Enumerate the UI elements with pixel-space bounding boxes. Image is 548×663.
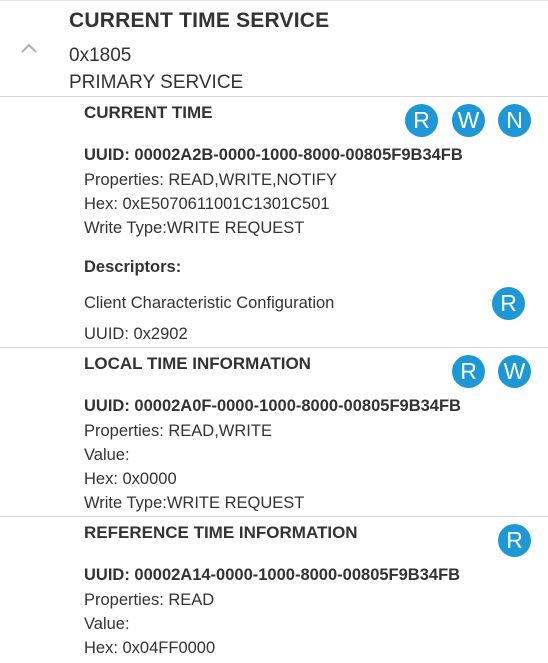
chevron-up-icon[interactable] <box>19 41 39 55</box>
read-button[interactable]: R <box>498 524 531 557</box>
service-name: CURRENT TIME SERVICE <box>69 9 330 32</box>
characteristic-write-type: Write Type:WRITE REQUEST <box>84 494 305 512</box>
descriptor-name: Client Characteristic Configuration <box>84 294 335 312</box>
descriptor-uuid: UUID: 0x2902 <box>84 325 188 343</box>
characteristic-name: LOCAL TIME INFORMATION <box>84 354 311 373</box>
notify-button[interactable]: N <box>498 104 531 137</box>
characteristic-properties: Properties: READ <box>84 591 215 609</box>
characteristic-hex: Hex: 0x0000 <box>84 470 177 488</box>
service-uuid: 0x1805 <box>69 45 132 66</box>
characteristic-write-type: Write Type:WRITE REQUEST <box>84 219 305 237</box>
characteristic-local-time-information: LOCAL TIME INFORMATION R W UUID: 00002A0… <box>0 348 548 517</box>
characteristic-uuid: UUID: 00002A0F-0000-1000-8000-00805F9B34… <box>84 397 461 415</box>
characteristic-hex: Hex: 0x04FF0000 <box>84 639 216 657</box>
characteristic-properties: Properties: READ,WRITE,NOTIFY <box>84 171 338 189</box>
service-type: PRIMARY SERVICE <box>69 72 244 93</box>
characteristic-name: REFERENCE TIME INFORMATION <box>84 523 358 542</box>
write-button[interactable]: W <box>452 104 485 137</box>
service-header[interactable]: CURRENT TIME SERVICE 0x1805 PRIMARY SERV… <box>0 0 548 97</box>
descriptors-label: Descriptors: <box>84 258 182 276</box>
characteristic-reference-time-information: REFERENCE TIME INFORMATION R UUID: 00002… <box>0 517 548 663</box>
characteristic-properties: Properties: READ,WRITE <box>84 422 272 440</box>
characteristic-name: CURRENT TIME <box>84 103 213 122</box>
write-button[interactable]: W <box>498 355 531 388</box>
read-button[interactable]: R <box>452 355 485 388</box>
characteristic-uuid: UUID: 00002A2B-0000-1000-8000-00805F9B34… <box>84 146 463 164</box>
descriptor-read-button[interactable]: R <box>492 287 525 320</box>
characteristic-current-time: CURRENT TIME R W N UUID: 00002A2B-0000-1… <box>0 97 548 348</box>
characteristic-hex: Hex: 0xE5070611001C1301C501 <box>84 195 330 213</box>
characteristic-value-label: Value: <box>84 446 130 464</box>
characteristic-uuid: UUID: 00002A14-0000-1000-8000-00805F9B34… <box>84 566 461 584</box>
characteristic-value-label: Value: <box>84 615 130 633</box>
read-button[interactable]: R <box>405 104 438 137</box>
